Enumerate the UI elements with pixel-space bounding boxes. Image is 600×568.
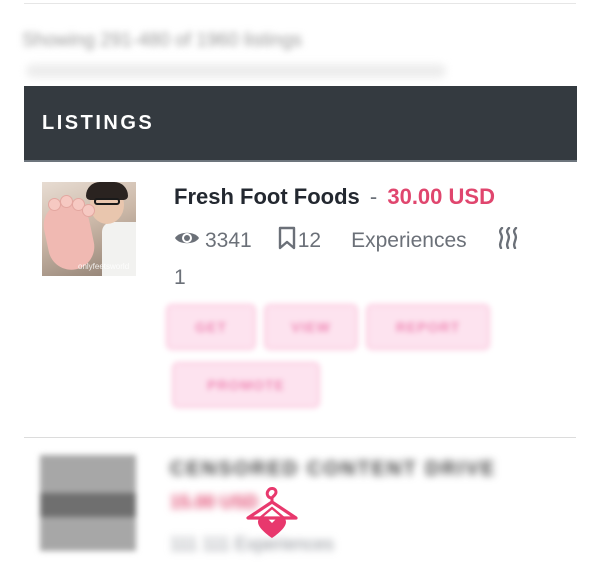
listing-meta: 3341 12 Experiences (174, 226, 519, 256)
views-stat: 3341 (174, 229, 252, 253)
next-listing-thumbnail[interactable] (40, 455, 136, 551)
pagination-summary: Showing 291-480 of 1960 listings (22, 30, 302, 51)
tag-chip[interactable]: VIEW (264, 304, 358, 350)
listing-title[interactable]: Fresh Foot Foods - 30.00 USD (174, 184, 495, 210)
listing-price: 30.00 USD (387, 184, 495, 209)
views-count: 3341 (205, 229, 252, 252)
heat-count: 1 (174, 266, 186, 289)
thumbnail-watermark: onlyfeetsworld (78, 262, 130, 271)
eye-icon (174, 229, 200, 253)
listing-name[interactable]: Fresh Foot Foods (174, 184, 360, 209)
top-divider (24, 3, 576, 4)
bookmarks-count: 12 (297, 229, 322, 252)
bookmarks-stat[interactable]: 12 (278, 226, 321, 256)
next-listing-title[interactable]: CENSORED CONTENT DRIVE (170, 458, 550, 482)
tag-chip[interactable]: PROMOTE (172, 362, 320, 408)
listing-thumbnail[interactable]: onlyfeetsworld (42, 182, 136, 276)
tag-chip[interactable]: GET (166, 304, 256, 350)
tag-chip[interactable]: REPORT (366, 304, 490, 350)
listings-header: LISTINGS (24, 86, 577, 162)
title-separator: - (369, 184, 378, 209)
blurred-filter-bar (26, 64, 446, 78)
category-link[interactable]: Experiences (351, 229, 467, 253)
hanger-heart-icon (244, 484, 300, 542)
steam-icon (497, 226, 519, 255)
bookmark-icon[interactable] (278, 226, 296, 256)
listings-header-title: LISTINGS (42, 111, 155, 134)
listing-divider (24, 437, 576, 438)
